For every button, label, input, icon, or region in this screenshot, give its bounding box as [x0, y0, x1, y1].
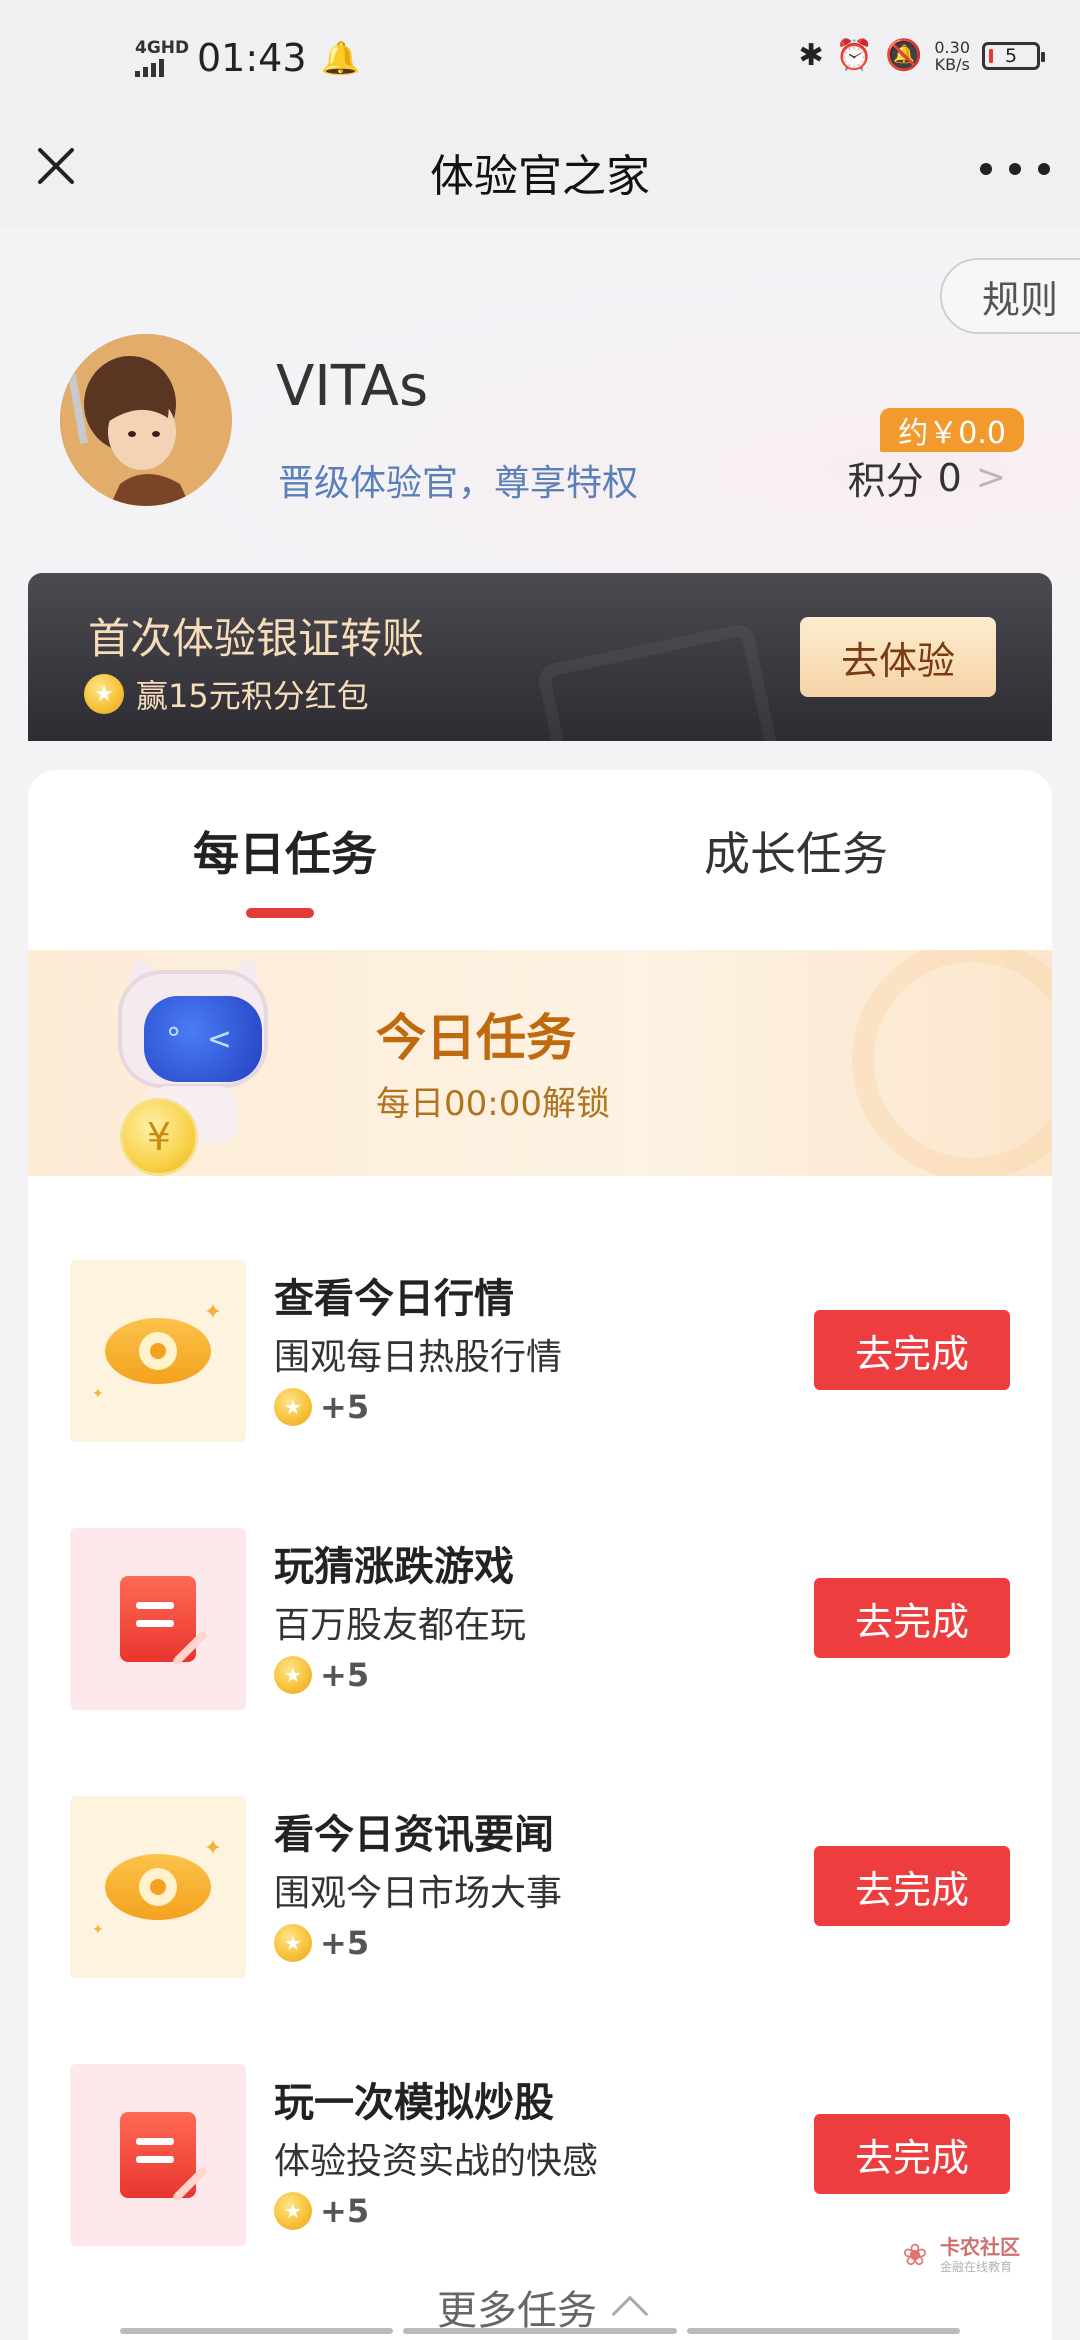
task-title: 玩一次模拟炒股 — [274, 2080, 554, 2126]
coin-icon: ★ — [274, 1656, 312, 1694]
promo-subtitle: 赢15元积分红包 — [136, 677, 369, 715]
alarm-icon: ⏰ — [835, 38, 874, 73]
qq-icon: 🔔 — [320, 39, 361, 77]
points-value-badge: 约￥0.0 — [880, 408, 1024, 452]
task-tabs: 每日任务 成长任务 — [28, 770, 1052, 950]
tab-daily-tasks[interactable]: 每日任务 — [193, 818, 377, 884]
task-reward: ★ +5 — [274, 1388, 369, 1426]
upgrade-link[interactable]: 晋级体验官，尊享特权 — [278, 454, 638, 506]
today-tasks-banner: ° < ¥ 今日任务 每日00:00解锁 — [28, 950, 1052, 1176]
complete-button[interactable]: 去完成 — [814, 1310, 1010, 1390]
chevron-up-icon — [611, 2295, 649, 2333]
task-title: 查看今日行情 — [274, 1276, 514, 1322]
gesture-bar — [120, 2328, 960, 2336]
eye-icon — [105, 1854, 211, 1920]
task-thumbnail — [70, 2064, 246, 2246]
watermark-logo-icon: ❀ — [902, 2237, 928, 2273]
username: VITAs — [276, 354, 429, 419]
status-bar: 4GHD 01:43 🔔 ✱ ⏰ 🔕 0.30 KB/s 5 — [0, 0, 1080, 110]
coin-icon: ★ — [84, 674, 124, 714]
today-title: 今日任务 — [376, 1009, 576, 1067]
chevron-right-icon: > — [975, 457, 1006, 498]
avatar-illustration — [60, 334, 232, 506]
task-description: 围观今日市场大事 — [274, 1873, 563, 1914]
rules-button[interactable]: 规则 — [940, 258, 1080, 334]
tasks-card: 每日任务 成长任务 ° < ¥ 今日任务 每日00:00解锁 ✦ ✦ 查看今日行… — [28, 770, 1052, 2340]
page: 4GHD 01:43 🔔 ✱ ⏰ 🔕 0.30 KB/s 5 体验官之家 规则 … — [0, 0, 1080, 2340]
task-thumbnail: ✦ ✦ — [70, 1260, 246, 1442]
clock: 01:43 — [197, 36, 307, 80]
points-entry[interactable]: 积分 0 > — [848, 450, 1006, 505]
complete-button[interactable]: 去完成 — [814, 1846, 1010, 1926]
task-description: 围观每日热股行情 — [274, 1337, 563, 1378]
points-value: 0 — [937, 455, 962, 500]
robot-mascot-icon: ° < ¥ — [108, 960, 288, 1176]
network-indicator: 4GHD — [135, 39, 189, 77]
task-description: 体验投资实战的快感 — [274, 2141, 599, 2182]
task-row: 玩猜涨跌游戏 百万股友都在玩 ★ +5 去完成 — [28, 1528, 1052, 1710]
network-speed: 0.30 KB/s — [934, 37, 970, 74]
nav-bar: 体验官之家 — [0, 110, 1080, 228]
page-title: 体验官之家 — [430, 151, 650, 202]
watermark: ❀ 卡农社区 金融在线教育 — [898, 2236, 1020, 2275]
today-subtitle: 每日00:00解锁 — [376, 1084, 610, 1124]
task-description: 百万股友都在玩 — [274, 1605, 527, 1646]
task-thumbnail — [70, 1528, 246, 1710]
task-row: ✦ ✦ 看今日资讯要闻 围观今日市场大事 ★ +5 去完成 — [28, 1796, 1052, 1978]
tab-growth-tasks[interactable]: 成长任务 — [704, 818, 888, 884]
battery-icon: 5 — [982, 41, 1045, 70]
document-icon — [120, 1576, 209, 1667]
eye-icon — [105, 1318, 211, 1384]
task-reward: ★ +5 — [274, 2192, 369, 2230]
task-thumbnail: ✦ ✦ — [70, 1796, 246, 1978]
complete-button[interactable]: 去完成 — [814, 2114, 1010, 2194]
promo-banner[interactable]: 首次体验银证转账 ★ 赢15元积分红包 去体验 — [28, 573, 1052, 741]
signal-icon — [135, 58, 183, 77]
profile-section: 规则 VITAs 晋级体验官，尊享特权 约￥0.0 积分 0 > — [0, 228, 1080, 573]
promo-title: 首次体验银证转账 — [88, 614, 425, 663]
task-title: 看今日资讯要闻 — [274, 1812, 554, 1858]
task-title: 玩猜涨跌游戏 — [274, 1544, 514, 1590]
coin-icon: ★ — [274, 2192, 312, 2230]
try-button[interactable]: 去体验 — [800, 617, 996, 697]
more-dots-icon[interactable] — [980, 144, 1050, 194]
points-label: 积分 — [847, 459, 924, 503]
coin-icon: ★ — [274, 1924, 312, 1962]
document-icon — [120, 2112, 209, 2203]
avatar[interactable] — [60, 334, 232, 506]
mute-icon: 🔕 — [885, 38, 923, 73]
task-row: ✦ ✦ 查看今日行情 围观每日热股行情 ★ +5 去完成 — [28, 1260, 1052, 1442]
yuan-coin-icon: ¥ — [120, 1098, 198, 1176]
ticket-decoration — [535, 621, 781, 741]
coin-decoration — [852, 950, 1052, 1176]
bluetooth-icon: ✱ — [798, 38, 824, 73]
tab-indicator — [246, 908, 314, 918]
coin-icon: ★ — [274, 1388, 312, 1426]
complete-button[interactable]: 去完成 — [814, 1578, 1010, 1658]
task-reward: ★ +5 — [274, 1924, 369, 1962]
task-reward: ★ +5 — [274, 1656, 369, 1694]
task-row: 玩一次模拟炒股 体验投资实战的快感 ★ +5 去完成 — [28, 2064, 1052, 2246]
